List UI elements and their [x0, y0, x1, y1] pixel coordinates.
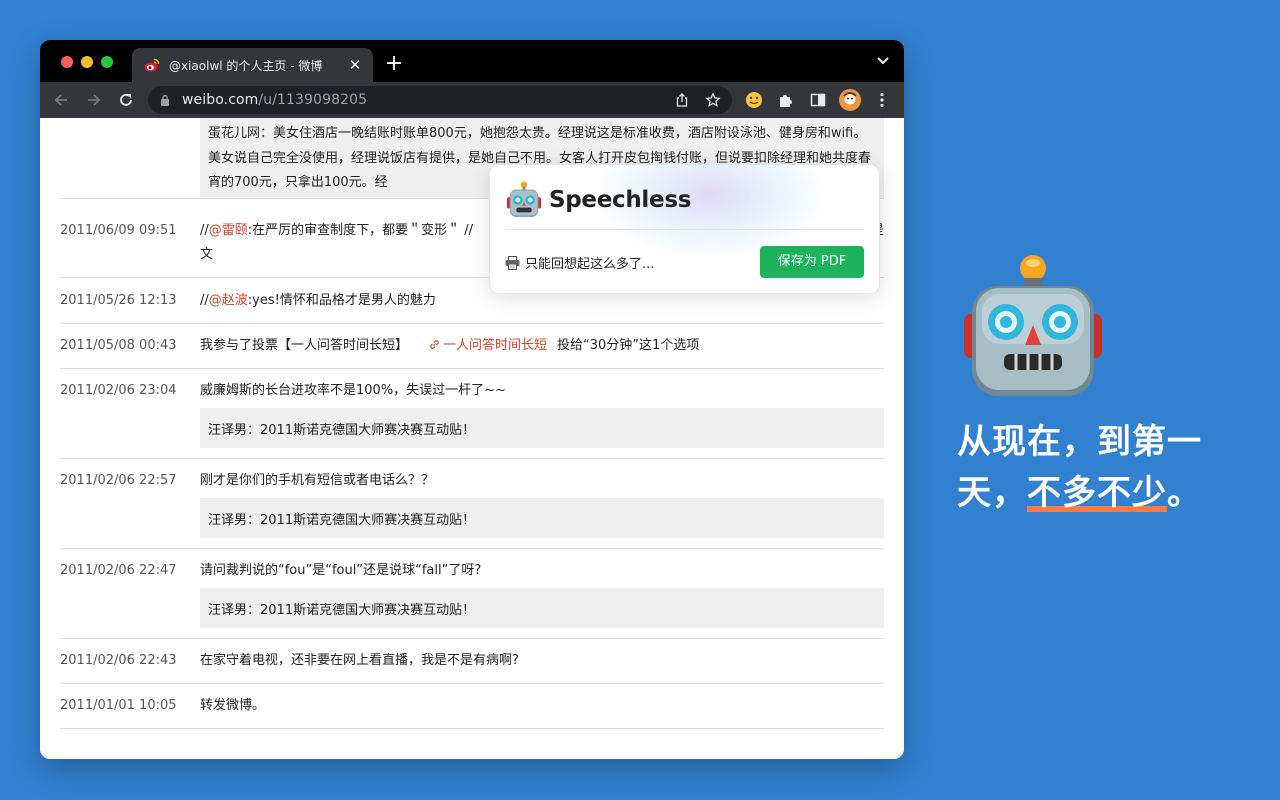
post-date: 2011/02/06 22:43: [60, 653, 177, 668]
reload-icon[interactable]: [117, 91, 135, 109]
mention-link[interactable]: @赵波: [209, 293, 248, 308]
forward-icon[interactable]: [85, 91, 103, 109]
post-text: 在家守着电视，还非要在网上看直播，我是不是有病啊?: [200, 653, 519, 668]
speechless-popup: Speechless 只能回想起这么多了... 保存为 PDF: [489, 164, 880, 294]
post-date: 2011/02/06 23:04: [60, 383, 177, 398]
emoji-extension-icon[interactable]: [745, 91, 763, 109]
promo-tagline: 从现在，到第一 天，不多不少。: [957, 422, 1202, 513]
post-row: 2011/02/06 23:04 威廉姆斯的长台进攻率不是100%，失误过一杆了…: [60, 369, 884, 459]
minimize-window-button[interactable]: [81, 56, 93, 68]
status-text: 只能回想起这么多了...: [525, 257, 655, 272]
post-text: 我参与了投票【一人问答时间长短】 一人问答时间长短 投给“30分钟”这1个选项: [200, 338, 700, 353]
post-row: 2011/02/06 22:47 请问裁判说的“fou”是“foul”还是说球“…: [60, 549, 884, 639]
popup-title: Speechless: [549, 187, 692, 213]
post-row: 2011/01/01 10:05 转发微博。: [60, 684, 884, 729]
lock-icon: [161, 94, 169, 106]
close-window-button[interactable]: [61, 56, 73, 68]
mention-link[interactable]: @雷颐: [209, 223, 248, 238]
maximize-window-button[interactable]: [101, 56, 113, 68]
extensions-puzzle-icon[interactable]: [777, 91, 795, 109]
vote-link[interactable]: 一人问答时间长短: [428, 338, 547, 353]
post-text: 刚才是你们的手机有短信或者电话么？？: [200, 473, 435, 488]
robot-hero-icon: [964, 255, 1102, 396]
link-icon: [430, 340, 439, 349]
post-row: 2011/02/06 22:43 在家守着电视，还非要在网上看直播，我是不是有病…: [60, 639, 884, 684]
post-text: 请问裁判说的“fou”是“foul”还是说球“fall”了呀?: [200, 563, 482, 578]
popup-status: 只能回想起这么多了...: [505, 253, 654, 272]
post-row: 2011/05/08 00:43 我参与了投票【一人问答时间长短】 一人问答时间长…: [60, 324, 884, 369]
post-date: 2011/05/26 12:13: [60, 293, 177, 308]
address-bar[interactable]: weibo.com/u/1139098205: [148, 86, 732, 114]
save-pdf-button[interactable]: 保存为 PDF: [760, 246, 864, 278]
post-text: 转发微博。: [200, 698, 266, 713]
back-icon[interactable]: [52, 91, 70, 109]
quoted-post: 汪译男：2011斯诺克德国大师赛决赛互动贴！: [200, 408, 884, 448]
star-icon[interactable]: [705, 92, 721, 108]
share-icon[interactable]: [674, 92, 690, 108]
chevron-down-icon[interactable]: [876, 56, 890, 66]
browser-toolbar: weibo.com/u/1139098205: [40, 82, 904, 118]
url-text: weibo.com/u/1139098205: [182, 92, 368, 108]
profile-avatar-icon[interactable]: [839, 89, 861, 111]
post-date: 2011/06/09 09:51: [60, 223, 177, 238]
tab-title: @xiaolwl 的个人主页 - 微博: [169, 58, 323, 73]
post-date: 2011/05/08 00:43: [60, 338, 177, 353]
browser-window: @xiaolwl 的个人主页 - 微博 ✕ + weibo.com/u/1139…: [40, 40, 904, 759]
more-menu-icon[interactable]: [873, 91, 891, 109]
post-date: 2011/01/01 10:05: [60, 698, 177, 713]
printer-icon: [505, 255, 520, 270]
post-date: 2011/02/06 22:47: [60, 563, 177, 578]
weibo-icon: [144, 58, 160, 72]
quoted-post: 汪译男：2011斯诺克德国大师赛决赛互动贴！: [200, 588, 884, 628]
robot-icon: [506, 181, 542, 218]
popup-divider: [505, 229, 864, 230]
post-date: 2011/02/06 22:57: [60, 473, 177, 488]
tab-bar: @xiaolwl 的个人主页 - 微博 ✕ +: [40, 40, 904, 82]
tab-weibo[interactable]: @xiaolwl 的个人主页 - 微博 ✕: [132, 48, 373, 82]
side-panel-icon[interactable]: [809, 91, 827, 109]
tab-close-icon[interactable]: ✕: [347, 56, 363, 74]
tagline-highlight: 不多不少: [1027, 473, 1167, 513]
popup-header: Speechless: [505, 181, 691, 219]
post-text: 威廉姆斯的长台进攻率不是100%，失误过一杆了~~: [200, 383, 506, 398]
post-row: 2011/02/06 22:57 刚才是你们的手机有短信或者电话么？？ 汪译男：…: [60, 459, 884, 549]
new-tab-button[interactable]: +: [383, 53, 405, 75]
quoted-post: 汪译男：2011斯诺克德国大师赛决赛互动贴！: [200, 498, 884, 538]
